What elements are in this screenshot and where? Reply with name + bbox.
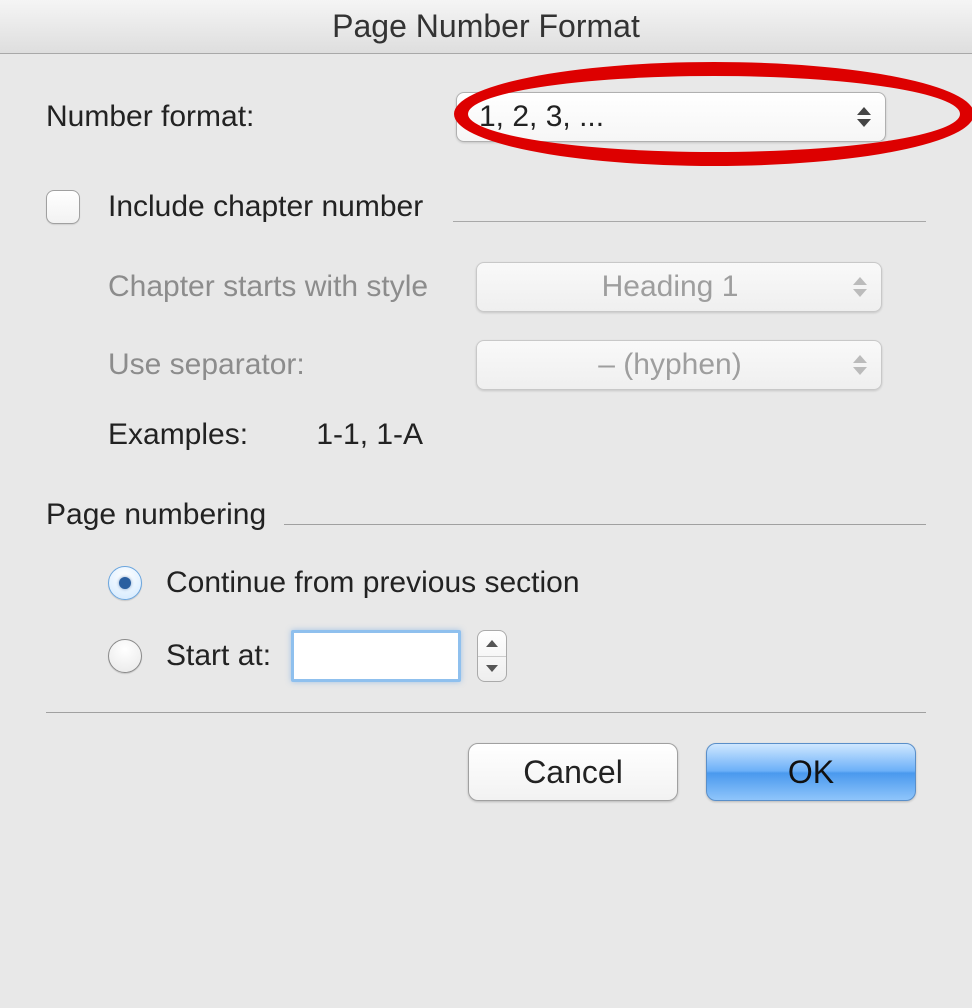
number-format-row: Number format: 1, 2, 3, ...: [46, 92, 926, 142]
examples-row: Examples: 1-1, 1-A: [108, 418, 926, 452]
include-chapter-label: Include chapter number: [108, 190, 423, 224]
number-format-label: Number format:: [46, 100, 456, 134]
examples-value: 1-1, 1-A: [316, 418, 423, 451]
examples-label: Examples:: [108, 418, 308, 452]
stepper-up-icon[interactable]: [478, 631, 506, 657]
chapter-starts-label: Chapter starts with style: [108, 270, 476, 304]
continue-label: Continue from previous section: [166, 566, 580, 600]
number-format-popup[interactable]: 1, 2, 3, ...: [456, 92, 886, 142]
continue-radio-row: Continue from previous section: [108, 566, 926, 600]
start-at-stepper[interactable]: [477, 630, 507, 682]
cancel-label: Cancel: [523, 754, 623, 791]
use-separator-value: – (hyphen): [598, 348, 741, 382]
dialog-buttons: Cancel OK: [46, 743, 926, 801]
title-text: Page Number Format: [332, 8, 640, 45]
page-numbering-label: Page numbering: [46, 498, 266, 532]
use-separator-popup: – (hyphen): [476, 340, 882, 390]
updown-arrows-icon: [857, 107, 871, 127]
stepper-down-icon[interactable]: [478, 657, 506, 682]
chapter-starts-value: Heading 1: [602, 270, 739, 304]
divider-line: [284, 524, 926, 525]
chapter-starts-row: Chapter starts with style Heading 1: [108, 262, 926, 312]
ok-label: OK: [788, 754, 834, 791]
start-at-radio[interactable]: [108, 639, 142, 673]
ok-button[interactable]: OK: [706, 743, 916, 801]
bottom-divider: [46, 712, 926, 713]
number-format-value: 1, 2, 3, ...: [479, 100, 604, 134]
include-chapter-row: Include chapter number: [46, 190, 926, 224]
start-at-input[interactable]: [291, 630, 461, 682]
cancel-button[interactable]: Cancel: [468, 743, 678, 801]
chapter-starts-popup: Heading 1: [476, 262, 882, 312]
divider-line: [453, 221, 926, 222]
continue-radio[interactable]: [108, 566, 142, 600]
use-separator-label: Use separator:: [108, 348, 476, 382]
updown-arrows-icon: [853, 355, 867, 375]
dialog-content: Number format: 1, 2, 3, ... Include chap…: [0, 54, 972, 821]
start-at-radio-row: Start at:: [108, 630, 926, 682]
include-chapter-checkbox[interactable]: [46, 190, 80, 224]
dialog-title: Page Number Format: [0, 0, 972, 54]
page-numbering-header: Page numbering: [46, 498, 926, 532]
updown-arrows-icon: [853, 277, 867, 297]
start-at-label: Start at:: [166, 639, 271, 673]
use-separator-row: Use separator: – (hyphen): [108, 340, 926, 390]
